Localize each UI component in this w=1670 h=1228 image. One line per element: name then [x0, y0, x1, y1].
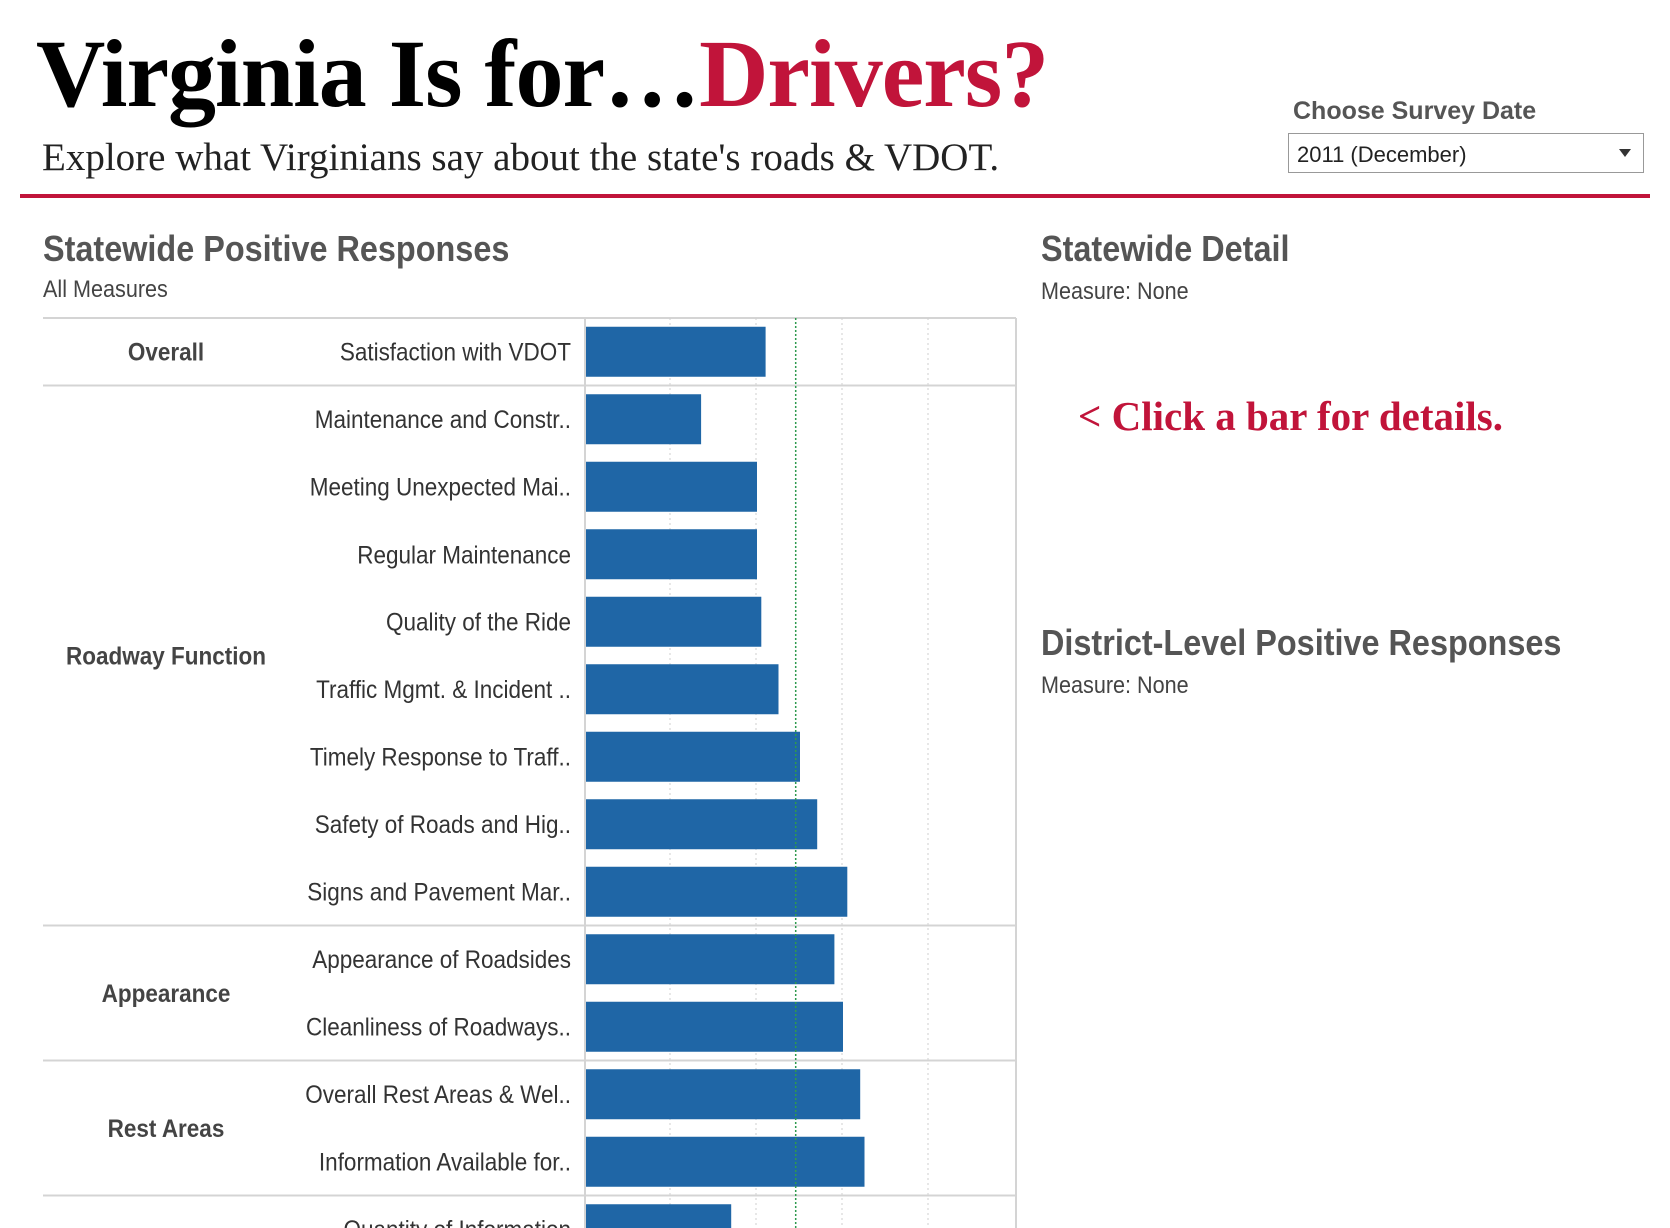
category-label: Satisfaction with VDOT: [340, 339, 571, 367]
category-label: Traffic Mgmt. & Incident ..: [316, 676, 571, 704]
bar[interactable]: [586, 529, 757, 580]
category-label: Appearance of Roadsides: [312, 946, 571, 974]
category-label: Regular Maintenance: [357, 541, 571, 569]
category-label: Timely Response to Traff..: [310, 744, 571, 772]
bar[interactable]: [586, 731, 800, 782]
group-label: Overall: [128, 339, 204, 367]
statewide-bar-chart: Satisfaction with VDOT Overall Maintenance…: [43, 317, 1017, 1228]
bar[interactable]: [586, 664, 779, 715]
category-label: Signs and Pavement Mar..: [307, 879, 571, 907]
category-label: Maintenance and Constr..: [315, 406, 571, 434]
bar[interactable]: [586, 799, 818, 850]
category-label: Overall Rest Areas & Wel..: [305, 1081, 571, 1109]
bar[interactable]: [586, 326, 766, 377]
group-label: Roadway Function: [66, 642, 266, 670]
bar[interactable]: [586, 596, 762, 647]
bar[interactable]: [586, 461, 757, 512]
category-label: Meeting Unexpected Mai..: [310, 474, 571, 502]
bar[interactable]: [586, 1069, 861, 1120]
category-label: Cleanliness of Roadways..: [306, 1014, 571, 1042]
bar[interactable]: [586, 934, 835, 985]
bar[interactable]: [586, 1136, 865, 1187]
group-label: Rest Areas: [108, 1115, 225, 1143]
category-label: Information Available for..: [319, 1149, 571, 1177]
category-label: Quantity of Information: [344, 1216, 571, 1228]
category-label: Safety of Roads and Hig..: [315, 811, 571, 839]
bar[interactable]: [586, 1204, 732, 1228]
group-label: Appearance: [102, 980, 231, 1008]
bar[interactable]: [586, 866, 848, 917]
bar[interactable]: [586, 394, 702, 445]
category-label: Quality of the Ride: [386, 609, 571, 637]
bar[interactable]: [586, 1001, 843, 1052]
